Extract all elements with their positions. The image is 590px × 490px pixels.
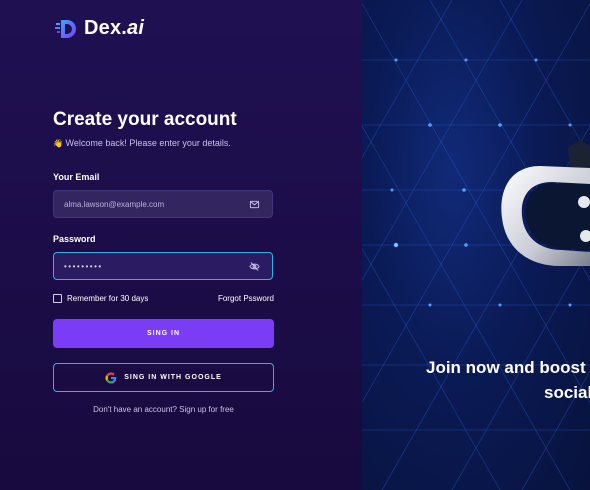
promo-headline-line1: Join now and boost y (426, 358, 590, 377)
brand-name: Dex.ai (84, 17, 144, 40)
email-label: Your Email (53, 172, 100, 182)
google-icon (105, 372, 117, 383)
welcome-subtitle: 👋 Welcome back! Please enter your detail… (53, 138, 231, 148)
email-input[interactable] (64, 191, 244, 217)
forgot-password-link[interactable]: Forgot Pssword (218, 294, 274, 303)
subtitle-text: Welcome back! Please enter your details. (65, 138, 231, 148)
signup-link[interactable]: Don't have an account? Sign up for free (53, 405, 274, 414)
remember-label: Remember for 30 days (67, 294, 149, 303)
sign-in-button-label: SING IN (146, 330, 181, 337)
page-title: Create your account (53, 109, 237, 130)
brand-name-main: Dex. (84, 17, 128, 39)
password-field[interactable] (53, 252, 273, 280)
google-sign-in-button[interactable]: SING IN WITH GOOGLE (53, 363, 274, 392)
brand-logo[interactable]: Dex.ai (54, 17, 144, 40)
sign-in-button[interactable]: SING IN (53, 319, 274, 348)
wave-icon: 👋 (53, 139, 63, 148)
3d-device-illustration (501, 140, 590, 266)
promo-headline-line2: social (544, 383, 590, 402)
signup-page: Dex.ai Create your account 👋 Welcome bac… (0, 0, 590, 490)
password-label: Password (53, 234, 96, 244)
brand-name-suffix: ai (127, 17, 145, 39)
password-input[interactable] (64, 253, 244, 279)
eye-off-icon[interactable] (249, 261, 260, 272)
google-button-label: SING IN WITH GOOGLE (124, 374, 222, 381)
mail-icon (249, 200, 260, 209)
dex-logo-icon (55, 19, 76, 38)
remember-me[interactable]: Remember for 30 days (53, 294, 148, 303)
remember-checkbox[interactable] (53, 294, 62, 303)
form-panel: Dex.ai Create your account 👋 Welcome bac… (0, 0, 362, 490)
email-field[interactable] (53, 190, 273, 218)
